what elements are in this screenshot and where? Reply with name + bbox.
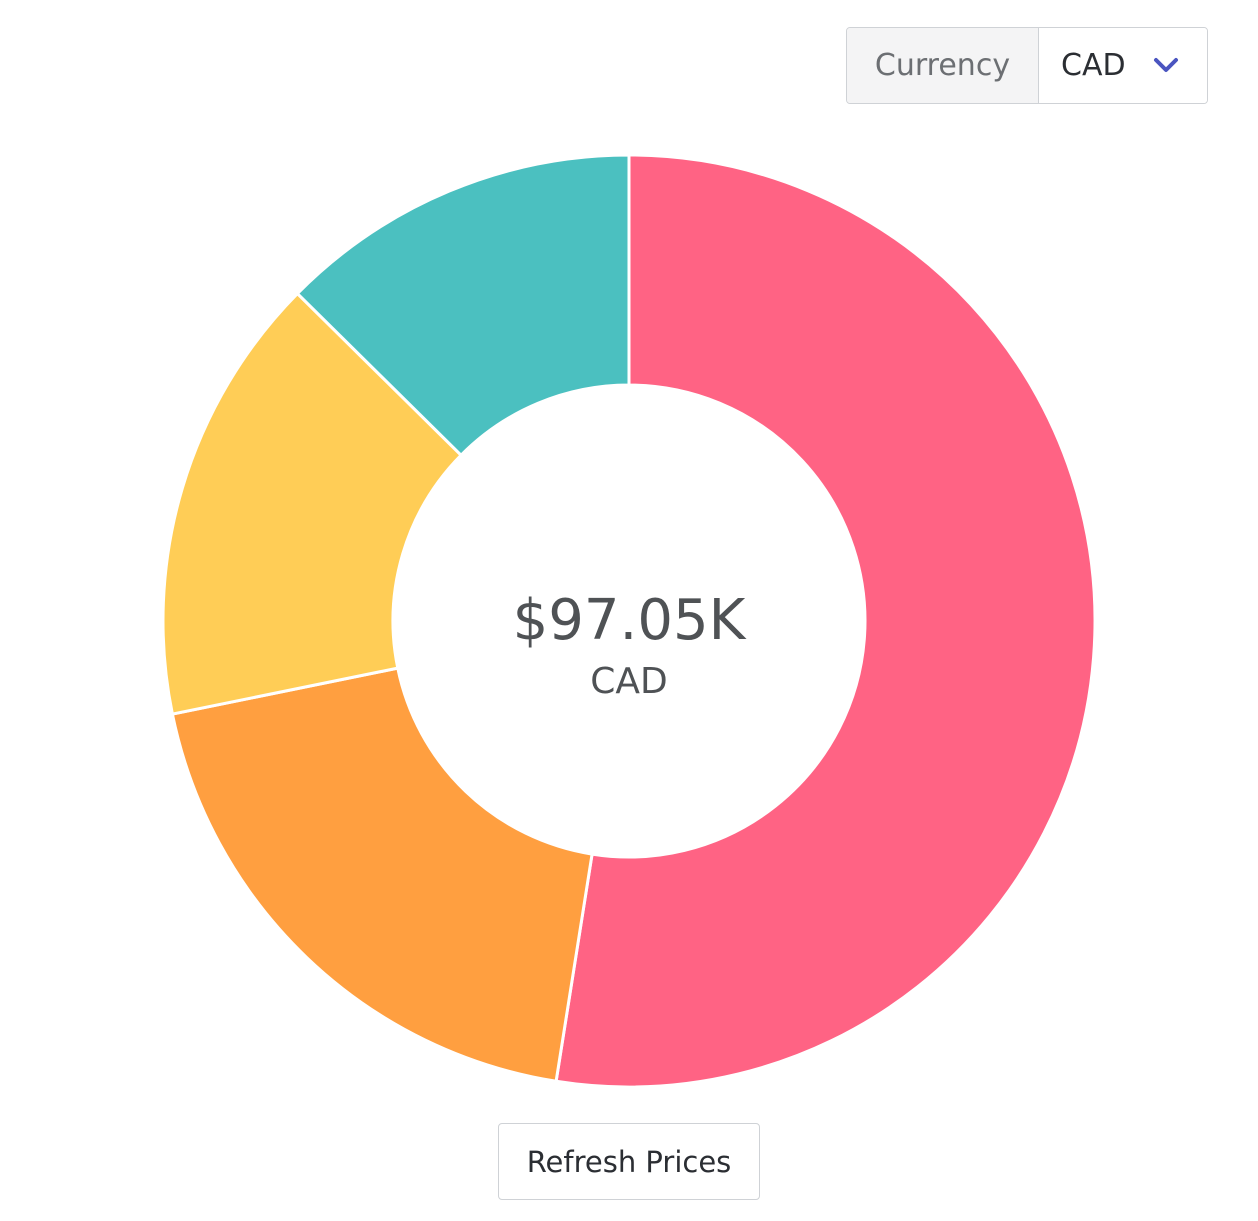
donut-slice-2[interactable] bbox=[170, 666, 594, 1083]
currency-selected-value: CAD bbox=[1061, 48, 1126, 83]
portfolio-total-currency: CAD bbox=[590, 661, 668, 702]
donut-chart-svg bbox=[161, 153, 1097, 1089]
currency-dropdown[interactable]: CAD bbox=[1039, 28, 1207, 103]
donut-chart: $97.05K CAD bbox=[0, 0, 1258, 1110]
currency-selector: Currency CAD bbox=[846, 27, 1208, 104]
portfolio-total: $97.05K bbox=[512, 588, 746, 653]
chevron-down-icon bbox=[1154, 58, 1178, 72]
currency-label: Currency bbox=[847, 28, 1039, 103]
refresh-prices-button[interactable]: Refresh Prices bbox=[498, 1123, 760, 1200]
